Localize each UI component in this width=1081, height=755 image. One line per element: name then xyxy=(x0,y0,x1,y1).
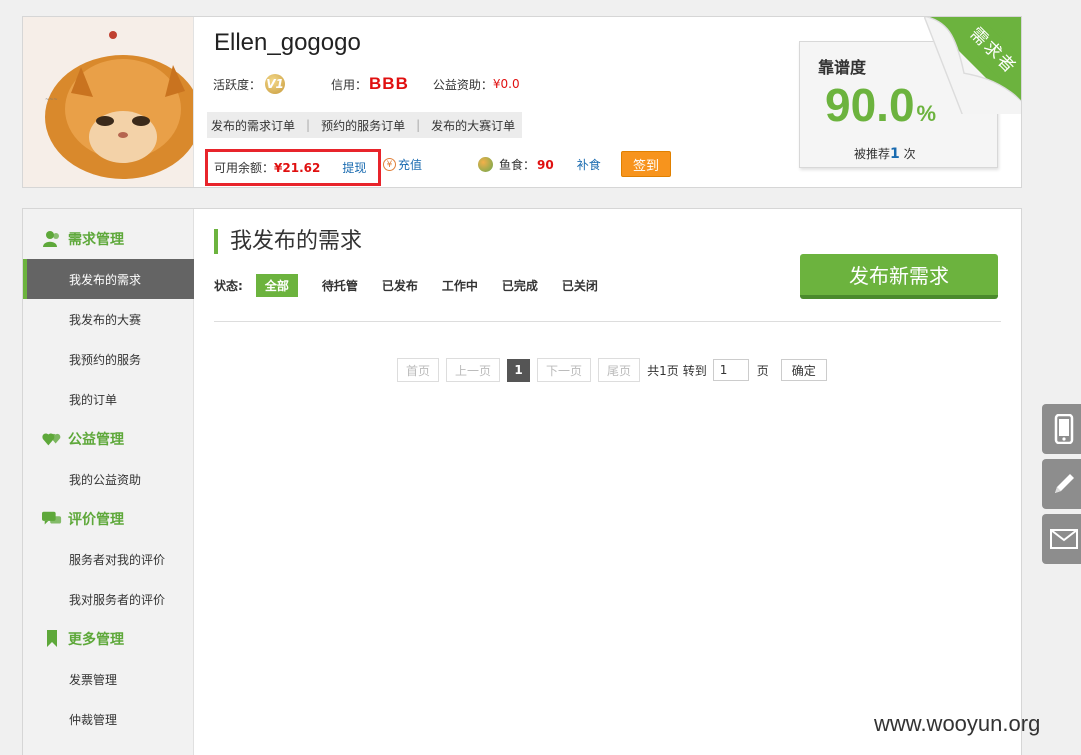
sidebar-item-my-contests[interactable]: 我发布的大赛 xyxy=(23,299,194,339)
sidebar-item-my-demands[interactable]: 我发布的需求 xyxy=(23,259,194,299)
balance-label: 可用余额： xyxy=(214,161,275,175)
stats-row: 活跃度： V1 信用： BBB 公益资助： ¥0.0 xyxy=(213,73,520,95)
credit-label: 信用： xyxy=(331,77,368,92)
fishfood-value: 90 xyxy=(537,157,554,172)
mail-icon xyxy=(1050,529,1078,549)
pencil-icon xyxy=(1055,474,1074,493)
watermark: www.wooyun.org xyxy=(874,711,1041,736)
status-filter: 状态: 全部 待托管 已发布 工作中 已完成 已关闭 xyxy=(214,274,622,297)
current-page[interactable]: 1 xyxy=(507,358,531,382)
avatar[interactable]: ~~~ xyxy=(23,17,194,187)
donation-value: ¥0.0 xyxy=(492,77,520,91)
reliability-title: 靠谱度 xyxy=(818,58,867,77)
phone-tool-button[interactable] xyxy=(1042,404,1081,454)
role-ribbon: 需求者 xyxy=(924,17,1021,114)
recommend-number: 1 xyxy=(890,146,900,162)
sidebar-item-my-reserved-services[interactable]: 我预约的服务 xyxy=(23,339,194,379)
divider xyxy=(214,321,1001,322)
sidebar-item-my-donations[interactable]: 我的公益资助 xyxy=(23,459,194,499)
balance-value: ¥21.62 xyxy=(274,160,321,175)
user-group-icon xyxy=(42,230,62,248)
feedback-tool-button[interactable] xyxy=(1042,459,1081,509)
feed-link[interactable]: 补食 xyxy=(577,156,601,173)
recharge-label: 充值 xyxy=(398,158,423,172)
credit-value: BBB xyxy=(369,74,409,93)
filter-in-progress[interactable]: 工作中 xyxy=(442,277,478,294)
username: Ellen_gogogo xyxy=(214,29,361,56)
next-page-button[interactable]: 下一页 xyxy=(537,358,592,382)
filter-all[interactable]: 全部 xyxy=(255,274,298,297)
link-service-orders[interactable]: 预约的服务订单 xyxy=(321,117,405,134)
svg-text:~~~: ~~~ xyxy=(45,97,58,103)
withdraw-link[interactable]: 提现 xyxy=(342,159,366,176)
goto-page-input[interactable] xyxy=(712,359,749,381)
sidebar-group-charity[interactable]: 公益管理 xyxy=(23,419,194,459)
link-contest-orders[interactable]: 发布的大赛订单 xyxy=(431,117,515,134)
filter-closed[interactable]: 已关闭 xyxy=(562,277,598,294)
donation-label: 公益资助： xyxy=(432,77,493,92)
recharge-link[interactable]: ¥ 充值 xyxy=(383,156,422,173)
yen-icon: ¥ xyxy=(383,158,396,171)
sidebar-item-my-reviews[interactable]: 我对服务者的评价 xyxy=(23,579,194,619)
total-pages: 共1页 xyxy=(647,363,679,378)
goto-confirm-button[interactable]: 确定 xyxy=(780,359,827,381)
sidebar-item-invoices[interactable]: 发票管理 xyxy=(23,659,194,699)
sidebar-group-more[interactable]: 更多管理 xyxy=(23,619,194,659)
first-page-button[interactable]: 首页 xyxy=(397,358,440,382)
fishfood-row: 鱼食： 90 补食 xyxy=(478,156,601,173)
fishfood-icon xyxy=(478,157,493,172)
page-unit: 页 xyxy=(756,363,769,378)
mail-tool-button[interactable] xyxy=(1042,514,1081,564)
profile-panel: ~~~ Ellen_gogogo 活跃度： V1 信用： BBB 公益资助： ¥… xyxy=(22,16,1022,188)
sidebar-group-label: 评价管理 xyxy=(68,512,124,528)
main-panel: 需求管理 我发布的需求 我发布的大赛 我预约的服务 我的订单 公益管理 我的公益… xyxy=(22,208,1022,755)
filter-pending-escrow[interactable]: 待托管 xyxy=(322,277,358,294)
activity-level-badge-icon: V1 xyxy=(265,74,286,94)
bookmark-icon xyxy=(42,630,62,648)
checkin-button[interactable]: 签到 xyxy=(621,151,671,177)
sidebar-item-my-orders[interactable]: 我的订单 xyxy=(23,379,194,419)
link-demand-orders[interactable]: 发布的需求订单 xyxy=(211,117,295,134)
fishfood-label: 鱼食： xyxy=(499,158,536,172)
reliability-score: 90.0% xyxy=(825,78,936,132)
order-links: 发布的需求订单 | 预约的服务订单 | 发布的大赛订单 xyxy=(207,112,523,138)
sidebar-group-label: 更多管理 xyxy=(68,632,124,648)
sidebar-item-arbitration[interactable]: 仲裁管理 xyxy=(23,699,194,739)
sidebar-group-label: 公益管理 xyxy=(68,432,124,448)
filter-published[interactable]: 已发布 xyxy=(382,277,418,294)
goto-label: 转到 xyxy=(682,363,707,378)
sidebar-group-demand[interactable]: 需求管理 xyxy=(23,219,194,259)
separator: | xyxy=(306,118,311,132)
sidebar-item-reviews-of-me[interactable]: 服务者对我的评价 xyxy=(23,539,194,579)
last-page-button[interactable]: 尾页 xyxy=(598,358,641,382)
separator: | xyxy=(416,118,421,132)
page-title: 我发布的需求 xyxy=(214,229,362,254)
recommend-suffix: 次 xyxy=(903,147,916,161)
sidebar: 需求管理 我发布的需求 我发布的大赛 我预约的服务 我的订单 公益管理 我的公益… xyxy=(23,209,194,755)
publish-demand-button[interactable]: 发布新需求 xyxy=(800,254,998,299)
pagination: 首页 上一页 1 下一页 尾页 共1页 转到 页 确定 xyxy=(397,358,827,382)
speech-bubbles-icon xyxy=(42,510,62,528)
sidebar-group-reviews[interactable]: 评价管理 xyxy=(23,499,194,539)
sidebar-group-label: 需求管理 xyxy=(68,232,124,248)
reliability-score-value: 90.0 xyxy=(825,79,915,131)
activity-label: 活跃度： xyxy=(213,77,262,92)
recommend-count: 被推荐1 次 xyxy=(854,145,916,162)
filter-completed[interactable]: 已完成 xyxy=(502,277,538,294)
phone-icon xyxy=(1054,414,1074,444)
prev-page-button[interactable]: 上一页 xyxy=(446,358,501,382)
status-label: 状态: xyxy=(214,279,243,293)
hearts-icon xyxy=(42,430,62,448)
cat-avatar-image: ~~~ xyxy=(23,17,193,187)
balance-highlight: 可用余额： ¥21.62 提现 xyxy=(205,149,381,186)
recommend-prefix: 被推荐 xyxy=(854,147,891,161)
